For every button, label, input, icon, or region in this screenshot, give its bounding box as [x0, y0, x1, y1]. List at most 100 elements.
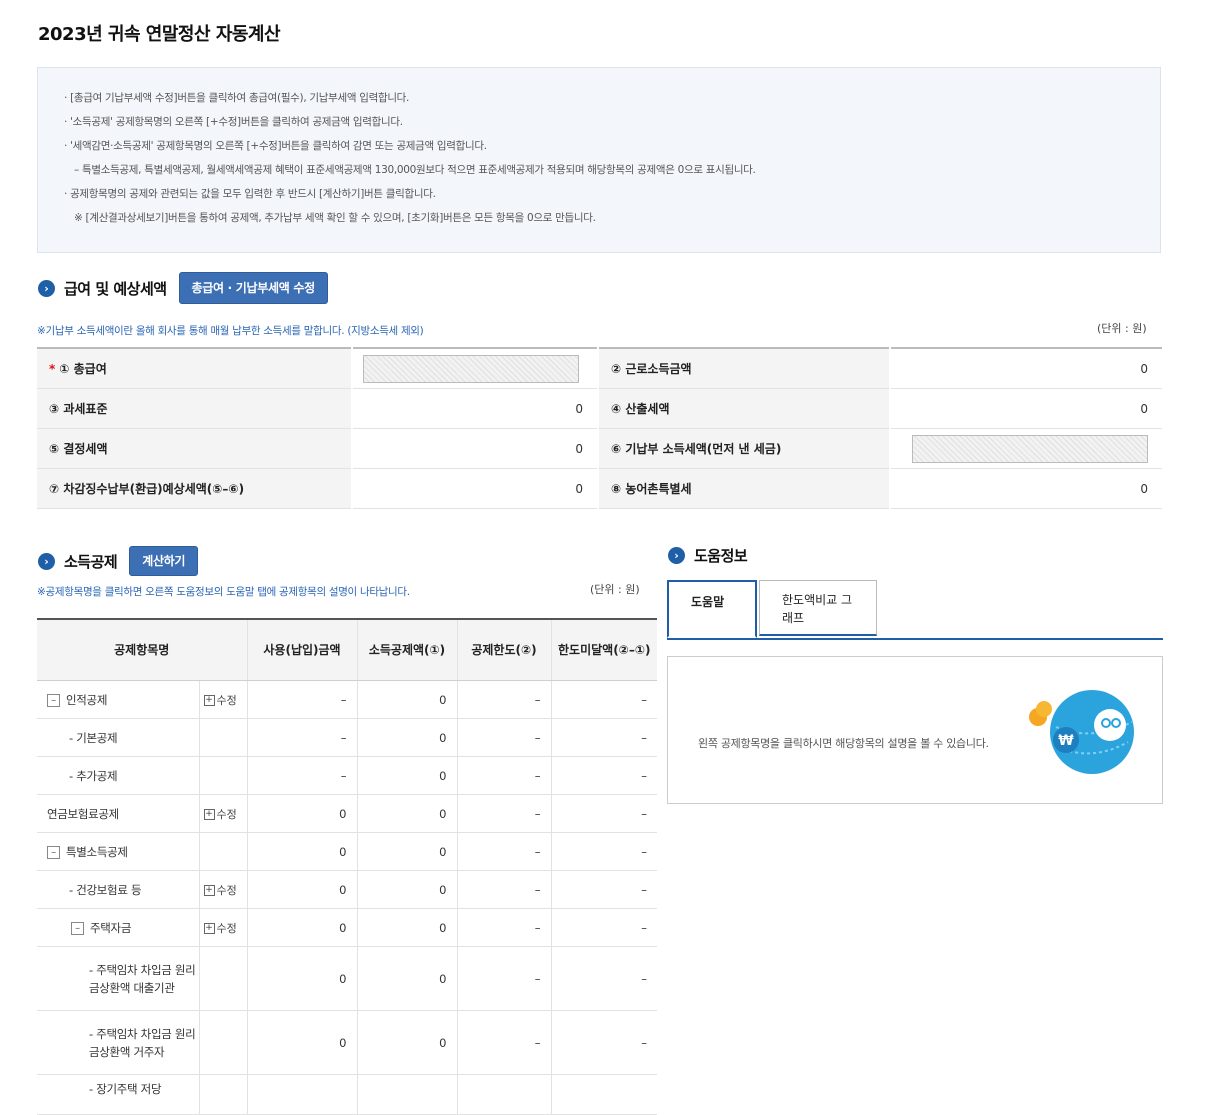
table-row: - 기본공제 – 0 – – — [37, 718, 657, 757]
help-section-header: › 도움정보 — [668, 545, 748, 566]
edit-button[interactable]: + 수정 — [199, 680, 248, 719]
tab-limit-graph[interactable]: 한도액비교 그래프 — [759, 580, 877, 636]
tax-base-value: 0 — [352, 388, 599, 429]
edit-cell — [199, 946, 248, 1011]
deduction-cell: 0 — [357, 680, 458, 719]
row-name[interactable]: – 주택자금 — [37, 908, 200, 947]
row-name[interactable]: - 건강보험료 등 — [37, 870, 200, 909]
table-row: - 추가공제 – 0 – – — [37, 756, 657, 795]
shortfall-cell: – — [551, 794, 657, 833]
salary-section-header: › 급여 및 예상세액 총급여 · 기납부세액 수정 — [38, 272, 328, 304]
earned-income-label: ② 근로소득금액 — [598, 348, 891, 389]
tax-base-label: ③ 과세표준 — [37, 388, 353, 429]
deduction-cell: 0 — [357, 1010, 458, 1075]
plus-icon: + — [203, 809, 215, 820]
limit-cell: – — [457, 946, 552, 1011]
deduction-cell: 0 — [357, 718, 458, 757]
amount-cell: – — [247, 718, 358, 757]
total-salary-field[interactable] — [363, 354, 579, 383]
shortfall-cell: – — [551, 946, 657, 1011]
deduction-cell: 0 — [357, 756, 458, 795]
deduction-cell: 0 — [357, 794, 458, 833]
amount-cell: 0 — [247, 832, 358, 871]
row-name[interactable]: - 추가공제 — [37, 756, 200, 795]
amount-cell: 0 — [247, 946, 358, 1011]
notice-line: – 특별소득공제, 특별세액공제, 월세액세액공제 혜택이 표준세액공제액 13… — [74, 164, 756, 176]
edit-button[interactable]: + 수정 — [199, 908, 248, 947]
determined-tax-value: 0 — [352, 428, 599, 469]
limit-cell: – — [457, 794, 552, 833]
shortfall-cell: – — [551, 908, 657, 947]
limit-cell: – — [457, 908, 552, 947]
edit-button[interactable]: + 수정 — [199, 870, 248, 909]
limit-cell — [457, 1074, 552, 1115]
earned-income-value: 0 — [890, 348, 1162, 389]
table-row: – 인적공제 + 수정 – 0 – – — [37, 680, 657, 719]
deduction-note: ※공제항목명을 클릭하면 오른쪽 도움정보의 도움말 탭에 공제항목의 설명이 … — [37, 586, 410, 598]
calculated-tax-value: 0 — [890, 388, 1162, 429]
amount-cell: 0 — [247, 870, 358, 909]
shortfall-cell: – — [551, 718, 657, 757]
salary-note: ※기납부 소득세액이란 올해 회사를 통해 매월 납부한 소득세를 말합니다. … — [37, 325, 424, 337]
header-item-name: 공제항목명 — [37, 619, 248, 681]
prepaid-tax-label: ⑥ 기납부 소득세액(먼저 낸 세금) — [598, 428, 891, 469]
deduction-cell: 0 — [357, 946, 458, 1011]
arrow-right-icon: › — [38, 552, 55, 570]
arrow-right-icon: › — [38, 279, 55, 297]
row-name[interactable]: - 장기주택 저당 — [37, 1074, 200, 1115]
edit-cell — [199, 718, 248, 757]
deduction-unit: (단위 : 원) — [590, 583, 640, 596]
plus-icon: + — [203, 885, 215, 896]
shortfall-cell — [551, 1074, 657, 1115]
collapse-icon[interactable]: – — [47, 693, 60, 707]
shortfall-cell: – — [551, 680, 657, 719]
salary-section-title: 급여 및 예상세액 — [64, 279, 167, 298]
shortfall-cell: – — [551, 870, 657, 909]
table-row: - 주택임차 차입금 원리금상환액 대출기관 0 0 – – — [37, 946, 657, 1011]
shortfall-cell: – — [551, 756, 657, 795]
row-name[interactable]: – 특별소득공제 — [37, 832, 200, 871]
edit-cell — [199, 1074, 248, 1115]
table-row: 연금보험료공제 + 수정 0 0 – – — [37, 794, 657, 833]
notice-line: ※ [계산결과상세보기]버튼을 통하여 공제액, 추가납부 세액 확인 할 수 … — [74, 212, 596, 224]
row-name[interactable]: 연금보험료공제 — [37, 794, 200, 833]
deduction-cell: 0 — [357, 908, 458, 947]
rural-tax-label: ⑧ 농어촌특별세 — [598, 468, 891, 509]
expected-refund-value: 0 — [352, 468, 599, 509]
deduction-section-header: › 소득공제 계산하기 — [38, 546, 199, 576]
prepaid-tax-field[interactable] — [912, 434, 1148, 463]
row-name[interactable]: - 주택임차 차입금 원리금상환액 거주자 — [37, 1010, 200, 1075]
page-title: 2023년 귀속 연말정산 자동계산 — [38, 24, 281, 45]
deduction-section-title: 소득공제 — [64, 552, 118, 571]
collapse-icon[interactable]: – — [71, 921, 84, 935]
tab-help[interactable]: 도움말 — [667, 580, 757, 638]
table-row: – 주택자금 + 수정 0 0 – – — [37, 908, 657, 947]
notice-line: · 공제항목명의 공제와 관련되는 값을 모두 입력한 후 반드시 [계산하기]… — [64, 188, 436, 200]
deduction-cell — [357, 1074, 458, 1115]
edit-button[interactable]: + 수정 — [199, 794, 248, 833]
help-panel: 왼쪽 공제항목명을 클릭하시면 해당항목의 설명을 볼 수 있습니다. ₩ — [667, 656, 1163, 804]
total-salary-label: * ① 총급여 — [37, 348, 353, 389]
required-mark: * — [49, 362, 56, 376]
calculate-button[interactable]: 계산하기 — [129, 546, 199, 576]
amount-cell: 0 — [247, 1010, 358, 1075]
table-row: - 건강보험료 등 + 수정 0 0 – – — [37, 870, 657, 909]
row-name[interactable]: - 기본공제 — [37, 718, 200, 757]
amount-cell: – — [247, 680, 358, 719]
arrow-right-icon: › — [668, 547, 685, 564]
won-symbol: ₩ — [1058, 733, 1074, 749]
limit-cell: – — [457, 832, 552, 871]
edit-salary-button[interactable]: 총급여 · 기납부세액 수정 — [178, 272, 328, 304]
edit-cell — [199, 1010, 248, 1075]
notice-line: · '세액감면·소득공제' 공제항목명의 오른쪽 [+수정]버튼을 클릭하여 감… — [64, 140, 487, 152]
help-tabs: 도움말 한도액비교 그래프 — [667, 580, 1163, 640]
plus-icon: + — [203, 923, 215, 934]
collapse-icon[interactable]: – — [47, 845, 60, 859]
row-name[interactable]: - 주택임차 차입금 원리금상환액 대출기관 — [37, 946, 200, 1011]
header-deduction: 소득공제액(①) — [357, 619, 458, 681]
row-name[interactable]: – 인적공제 — [37, 680, 200, 719]
salary-table: * ① 총급여 ② 근로소득금액 0 ③ 과세표준 0 ④ 산출세액 0 ⑤ 결정… — [37, 347, 1162, 509]
expected-refund-label: ⑦ 차감징수납부(환급)예상세액(⑤–⑥) — [37, 468, 353, 509]
shortfall-cell: – — [551, 832, 657, 871]
prepaid-tax-cell — [890, 428, 1162, 469]
